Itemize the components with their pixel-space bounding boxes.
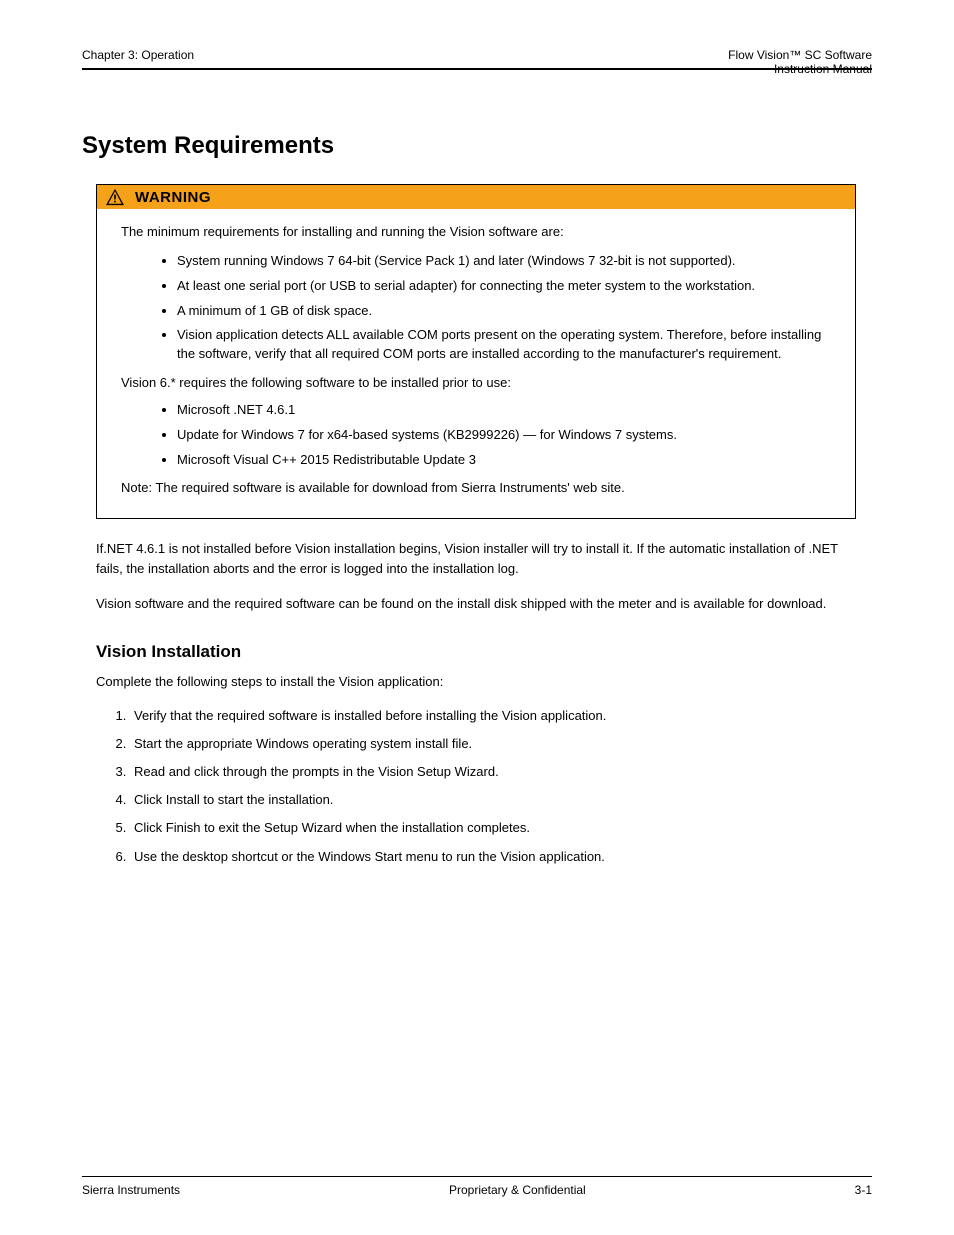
list-item: System running Windows 7 64-bit (Service… xyxy=(177,252,831,271)
warning-icon xyxy=(105,188,125,206)
step-item: Use the desktop shortcut or the Windows … xyxy=(130,847,856,867)
section-title: System Requirements xyxy=(82,132,872,160)
warning-body: The minimum requirements for installing … xyxy=(97,209,855,518)
warning-list-1: System running Windows 7 64-bit (Service… xyxy=(121,252,831,364)
footer-row: Sierra Instruments Proprietary & Confide… xyxy=(82,1183,872,1197)
step-item: Verify that the required software is ins… xyxy=(130,706,856,726)
list-item: Microsoft .NET 4.6.1 xyxy=(177,401,831,420)
list-item: Update for Windows 7 for x64-based syste… xyxy=(177,426,831,445)
warning-tail: Note: The required software is available… xyxy=(121,479,831,498)
step-item: Start the appropriate Windows operating … xyxy=(130,734,856,754)
footer-right: 3-1 xyxy=(855,1183,872,1197)
list-item: Microsoft Visual C++ 2015 Redistributabl… xyxy=(177,451,831,470)
footer-left: Sierra Instruments xyxy=(82,1183,180,1197)
footer-center: Proprietary & Confidential xyxy=(449,1183,586,1197)
step-item: Click Finish to exit the Setup Wizard wh… xyxy=(130,818,856,838)
header-product-line2: Instruction Manual xyxy=(728,62,872,76)
subsection-title: Vision Installation xyxy=(96,642,872,662)
warning-header: WARNING xyxy=(97,185,855,209)
warning-box: WARNING The minimum requirements for ins… xyxy=(96,184,856,519)
list-item: A minimum of 1 GB of disk space. xyxy=(177,302,831,321)
warning-label: WARNING xyxy=(135,189,211,206)
warning-mid: Vision 6.* requires the following softwa… xyxy=(121,374,831,393)
list-item: At least one serial port (or USB to seri… xyxy=(177,277,831,296)
step-item: Read and click through the prompts in th… xyxy=(130,762,856,782)
warning-list-2: Microsoft .NET 4.6.1 Update for Windows … xyxy=(121,401,831,470)
header-bar: Chapter 3: Operation Flow Vision™ SC Sof… xyxy=(82,48,872,92)
install-intro-text: Complete the following steps to install … xyxy=(96,672,856,692)
body-paragraph: If.NET 4.6.1 is not installed before Vis… xyxy=(96,539,856,579)
step-item: Click Install to start the installation. xyxy=(130,790,856,810)
header-product: Flow Vision™ SC Software Instruction Man… xyxy=(728,48,872,76)
warning-lead: The minimum requirements for installing … xyxy=(121,223,831,242)
body-text: If.NET 4.6.1 is not installed before Vis… xyxy=(96,539,856,613)
page: Chapter 3: Operation Flow Vision™ SC Sof… xyxy=(0,0,954,1235)
header-product-line1: Flow Vision™ SC Software xyxy=(728,48,872,62)
install-intro: Complete the following steps to install … xyxy=(96,672,856,692)
footer: Sierra Instruments Proprietary & Confide… xyxy=(82,1176,872,1197)
bottom-rule xyxy=(82,1176,872,1177)
list-item: Vision application detects ALL available… xyxy=(177,326,831,364)
body-paragraph: Vision software and the required softwar… xyxy=(96,594,856,614)
install-steps: Verify that the required software is ins… xyxy=(96,706,856,867)
